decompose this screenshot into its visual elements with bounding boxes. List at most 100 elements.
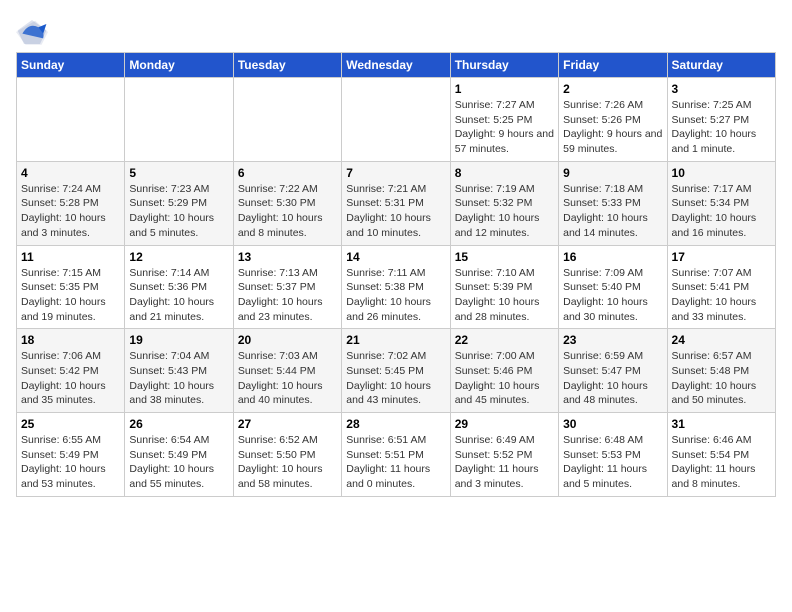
- day-number: 18: [21, 333, 120, 347]
- calendar-cell: 27Sunrise: 6:52 AM Sunset: 5:50 PM Dayli…: [233, 413, 341, 497]
- day-number: 2: [563, 82, 662, 96]
- day-number: 11: [21, 250, 120, 264]
- day-info: Sunrise: 6:48 AM Sunset: 5:53 PM Dayligh…: [563, 433, 662, 492]
- day-info: Sunrise: 7:21 AM Sunset: 5:31 PM Dayligh…: [346, 182, 445, 241]
- calendar-cell: [125, 78, 233, 162]
- day-number: 19: [129, 333, 228, 347]
- day-info: Sunrise: 7:04 AM Sunset: 5:43 PM Dayligh…: [129, 349, 228, 408]
- day-info: Sunrise: 7:15 AM Sunset: 5:35 PM Dayligh…: [21, 266, 120, 325]
- calendar-cell: 1 Sunrise: 7:27 AM Sunset: 5:25 PM Daylig…: [450, 78, 558, 162]
- day-number: 20: [238, 333, 337, 347]
- calendar-cell: 3 Sunrise: 7:25 AM Sunset: 5:27 PM Daylig…: [667, 78, 775, 162]
- calendar-cell: 22 Sunrise: 7:00 AM Sunset: 5:46 PM Dayli…: [450, 329, 558, 413]
- day-info: Sunrise: 6:55 AM Sunset: 5:49 PM Dayligh…: [21, 433, 120, 492]
- calendar-cell: 12 Sunrise: 7:14 AM Sunset: 5:36 PM Dayli…: [125, 245, 233, 329]
- calendar-cell: 10 Sunrise: 7:17 AM Sunset: 5:34 PM Dayli…: [667, 161, 775, 245]
- day-number: 7: [346, 166, 445, 180]
- calendar-cell: 30 Sunrise: 6:48 AM Sunset: 5:53 PM Dayli…: [559, 413, 667, 497]
- day-number: 14: [346, 250, 445, 264]
- day-info: Sunrise: 7:09 AM Sunset: 5:40 PM Dayligh…: [563, 266, 662, 325]
- day-info: Sunrise: 7:17 AM Sunset: 5:34 PM Dayligh…: [672, 182, 771, 241]
- weekday-header: Tuesday: [233, 53, 341, 78]
- calendar-cell: [342, 78, 450, 162]
- calendar-cell: [17, 78, 125, 162]
- day-info: Sunrise: 7:18 AM Sunset: 5:33 PM Dayligh…: [563, 182, 662, 241]
- weekday-header: Friday: [559, 53, 667, 78]
- page-header: [16, 16, 776, 48]
- day-info: Sunrise: 7:00 AM Sunset: 5:46 PM Dayligh…: [455, 349, 554, 408]
- day-info: Sunrise: 7:25 AM Sunset: 5:27 PM Dayligh…: [672, 98, 771, 157]
- day-info: Sunrise: 6:59 AM Sunset: 5:47 PM Dayligh…: [563, 349, 662, 408]
- day-info: Sunrise: 7:03 AM Sunset: 5:44 PM Dayligh…: [238, 349, 337, 408]
- day-info: Sunrise: 7:22 AM Sunset: 5:30 PM Dayligh…: [238, 182, 337, 241]
- day-number: 30: [563, 417, 662, 431]
- day-number: 16: [563, 250, 662, 264]
- day-number: 29: [455, 417, 554, 431]
- calendar-table: SundayMondayTuesdayWednesdayThursdayFrid…: [16, 52, 776, 497]
- day-info: Sunrise: 7:13 AM Sunset: 5:37 PM Dayligh…: [238, 266, 337, 325]
- day-info: Sunrise: 6:57 AM Sunset: 5:48 PM Dayligh…: [672, 349, 771, 408]
- calendar-cell: 2 Sunrise: 7:26 AM Sunset: 5:26 PM Daylig…: [559, 78, 667, 162]
- calendar-cell: 31Sunrise: 6:46 AM Sunset: 5:54 PM Dayli…: [667, 413, 775, 497]
- day-number: 12: [129, 250, 228, 264]
- day-number: 1: [455, 82, 554, 96]
- weekday-header: Thursday: [450, 53, 558, 78]
- calendar-cell: 23Sunrise: 6:59 AM Sunset: 5:47 PM Dayli…: [559, 329, 667, 413]
- calendar-cell: 28Sunrise: 6:51 AM Sunset: 5:51 PM Dayli…: [342, 413, 450, 497]
- calendar-cell: 15 Sunrise: 7:10 AM Sunset: 5:39 PM Dayli…: [450, 245, 558, 329]
- day-number: 10: [672, 166, 771, 180]
- day-info: Sunrise: 7:19 AM Sunset: 5:32 PM Dayligh…: [455, 182, 554, 241]
- day-info: Sunrise: 7:27 AM Sunset: 5:25 PM Dayligh…: [455, 98, 554, 157]
- calendar-body: 1 Sunrise: 7:27 AM Sunset: 5:25 PM Daylig…: [17, 78, 776, 497]
- day-number: 6: [238, 166, 337, 180]
- calendar-cell: 26Sunrise: 6:54 AM Sunset: 5:49 PM Dayli…: [125, 413, 233, 497]
- day-info: Sunrise: 7:11 AM Sunset: 5:38 PM Dayligh…: [346, 266, 445, 325]
- day-info: Sunrise: 7:10 AM Sunset: 5:39 PM Dayligh…: [455, 266, 554, 325]
- day-number: 9: [563, 166, 662, 180]
- day-info: Sunrise: 6:49 AM Sunset: 5:52 PM Dayligh…: [455, 433, 554, 492]
- weekday-row: SundayMondayTuesdayWednesdayThursdayFrid…: [17, 53, 776, 78]
- day-info: Sunrise: 6:54 AM Sunset: 5:49 PM Dayligh…: [129, 433, 228, 492]
- calendar-cell: 19 Sunrise: 7:04 AM Sunset: 5:43 PM Dayli…: [125, 329, 233, 413]
- day-number: 17: [672, 250, 771, 264]
- calendar-cell: 20 Sunrise: 7:03 AM Sunset: 5:44 PM Dayli…: [233, 329, 341, 413]
- weekday-header: Sunday: [17, 53, 125, 78]
- calendar-cell: 8 Sunrise: 7:19 AM Sunset: 5:32 PM Daylig…: [450, 161, 558, 245]
- day-number: 15: [455, 250, 554, 264]
- day-number: 27: [238, 417, 337, 431]
- day-info: Sunrise: 7:14 AM Sunset: 5:36 PM Dayligh…: [129, 266, 228, 325]
- day-number: 21: [346, 333, 445, 347]
- day-number: 24: [672, 333, 771, 347]
- calendar-cell: [233, 78, 341, 162]
- calendar-week-row: 11 Sunrise: 7:15 AM Sunset: 5:35 PM Dayli…: [17, 245, 776, 329]
- calendar-week-row: 18Sunrise: 7:06 AM Sunset: 5:42 PM Dayli…: [17, 329, 776, 413]
- day-number: 4: [21, 166, 120, 180]
- weekday-header: Saturday: [667, 53, 775, 78]
- day-number: 22: [455, 333, 554, 347]
- calendar-week-row: 25Sunrise: 6:55 AM Sunset: 5:49 PM Dayli…: [17, 413, 776, 497]
- day-number: 3: [672, 82, 771, 96]
- day-number: 13: [238, 250, 337, 264]
- calendar-cell: 18Sunrise: 7:06 AM Sunset: 5:42 PM Dayli…: [17, 329, 125, 413]
- calendar-cell: 13 Sunrise: 7:13 AM Sunset: 5:37 PM Dayli…: [233, 245, 341, 329]
- calendar-cell: 29 Sunrise: 6:49 AM Sunset: 5:52 PM Dayli…: [450, 413, 558, 497]
- day-info: Sunrise: 7:07 AM Sunset: 5:41 PM Dayligh…: [672, 266, 771, 325]
- day-info: Sunrise: 7:24 AM Sunset: 5:28 PM Dayligh…: [21, 182, 120, 241]
- day-number: 5: [129, 166, 228, 180]
- calendar-cell: 16 Sunrise: 7:09 AM Sunset: 5:40 PM Dayli…: [559, 245, 667, 329]
- calendar-week-row: 4 Sunrise: 7:24 AM Sunset: 5:28 PM Daylig…: [17, 161, 776, 245]
- day-number: 31: [672, 417, 771, 431]
- calendar-cell: 14 Sunrise: 7:11 AM Sunset: 5:38 PM Dayli…: [342, 245, 450, 329]
- calendar-cell: 21 Sunrise: 7:02 AM Sunset: 5:45 PM Dayli…: [342, 329, 450, 413]
- calendar-cell: 11 Sunrise: 7:15 AM Sunset: 5:35 PM Dayli…: [17, 245, 125, 329]
- logo: [16, 16, 52, 48]
- day-info: Sunrise: 7:26 AM Sunset: 5:26 PM Dayligh…: [563, 98, 662, 157]
- weekday-header: Monday: [125, 53, 233, 78]
- calendar-cell: 5 Sunrise: 7:23 AM Sunset: 5:29 PM Daylig…: [125, 161, 233, 245]
- day-number: 8: [455, 166, 554, 180]
- day-info: Sunrise: 7:23 AM Sunset: 5:29 PM Dayligh…: [129, 182, 228, 241]
- calendar-cell: 25Sunrise: 6:55 AM Sunset: 5:49 PM Dayli…: [17, 413, 125, 497]
- day-info: Sunrise: 7:02 AM Sunset: 5:45 PM Dayligh…: [346, 349, 445, 408]
- calendar-cell: 24 Sunrise: 6:57 AM Sunset: 5:48 PM Dayli…: [667, 329, 775, 413]
- logo-icon: [16, 16, 48, 48]
